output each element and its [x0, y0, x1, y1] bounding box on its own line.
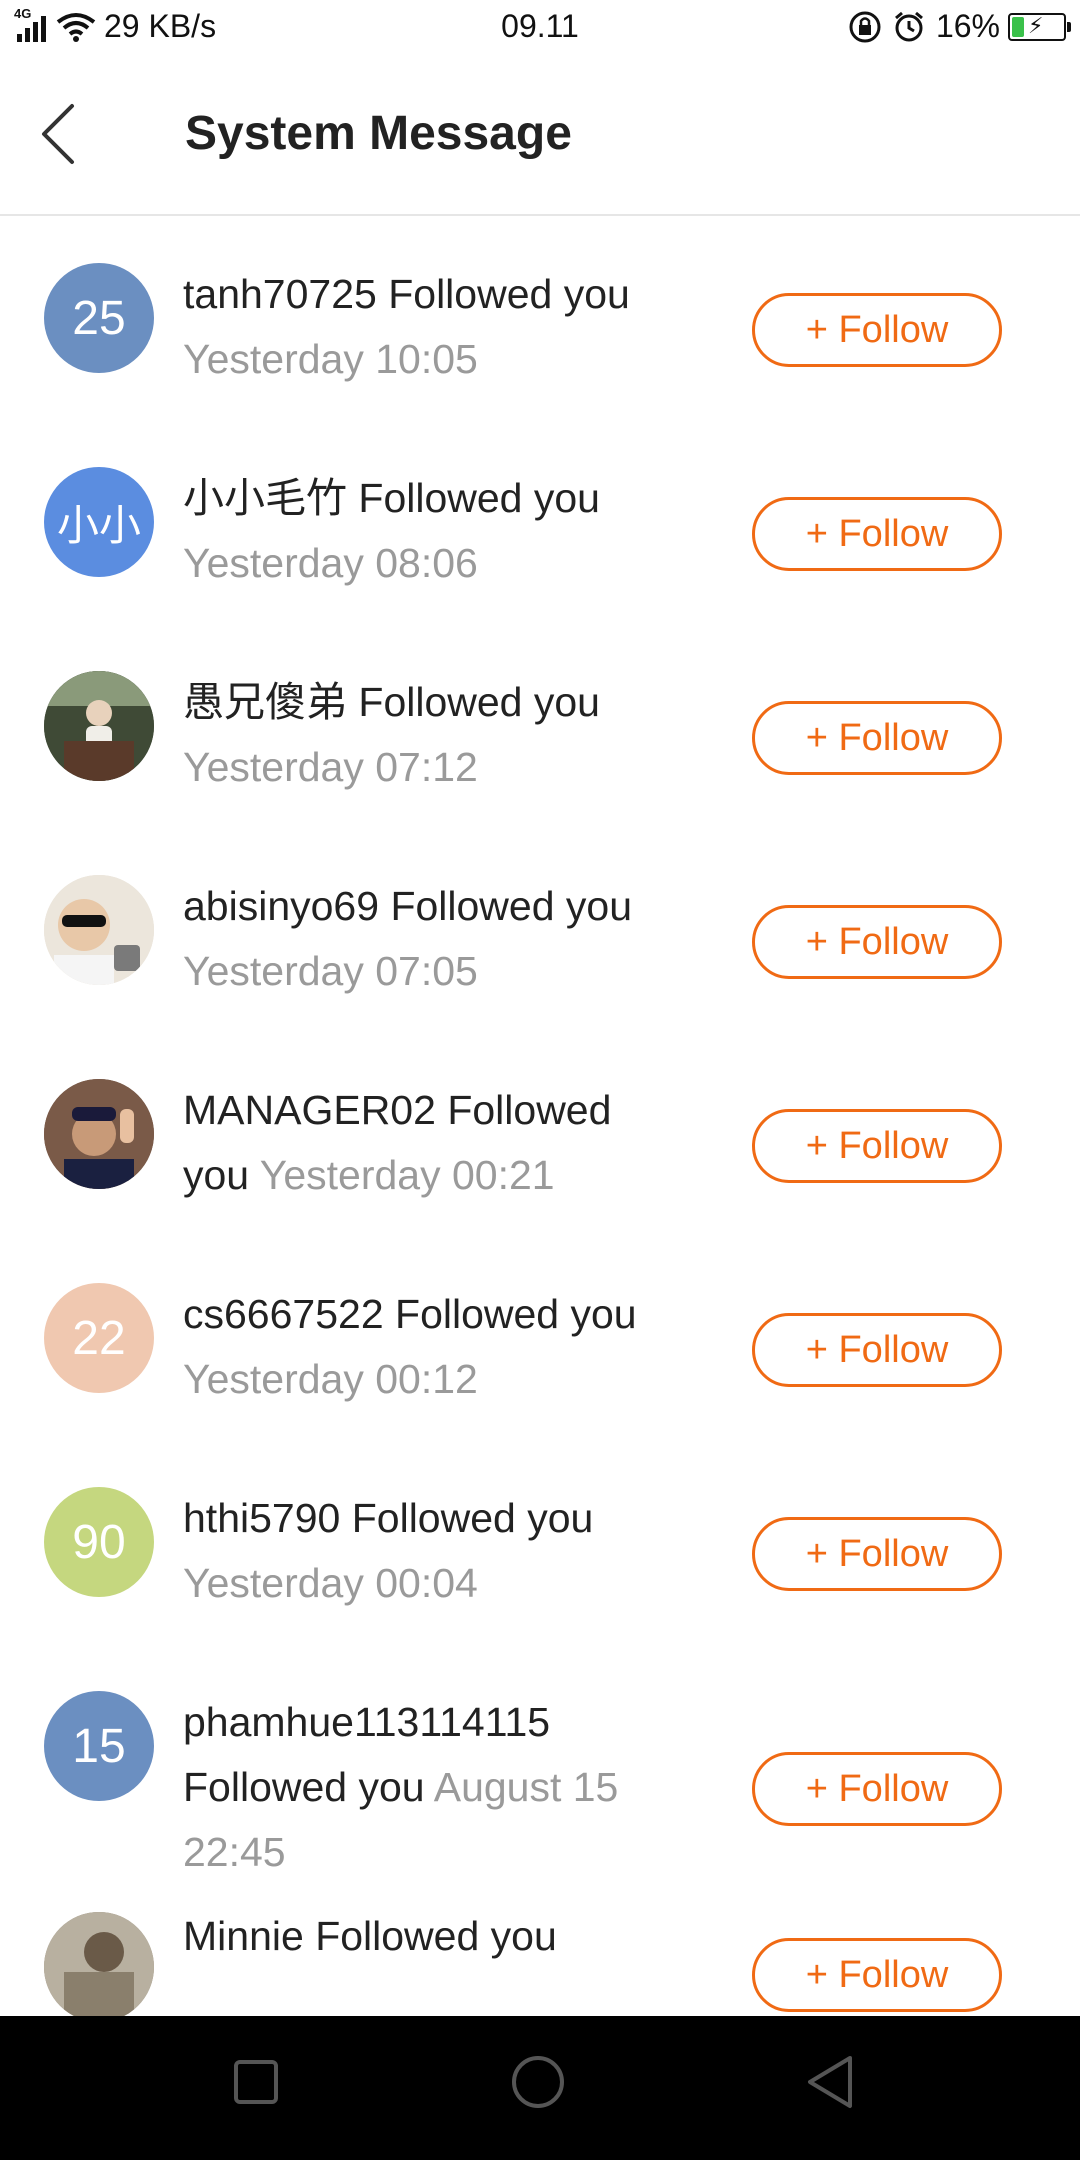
message-text: abisinyo69 Followed you Yesterday 07:05: [183, 874, 683, 1004]
username[interactable]: MANAGER02: [183, 1087, 436, 1133]
timestamp: Yesterday 08:06: [183, 540, 478, 586]
profile-photo-icon: [44, 1912, 154, 2022]
system-navigation-bar: [0, 2016, 1080, 2160]
avatar-photo[interactable]: [44, 671, 154, 781]
message-text: 小小毛竹 Followed you Yesterday 08:06: [183, 466, 683, 596]
action-text: Followed you: [358, 679, 600, 725]
follow-button[interactable]: + Follow: [752, 1313, 1002, 1387]
avatar[interactable]: 25: [44, 263, 154, 373]
username[interactable]: abisinyo69: [183, 883, 379, 929]
list-item[interactable]: 22 cs6667522 Followed you Yesterday 00:1…: [0, 1236, 1080, 1440]
list-item[interactable]: 愚兄傻弟 Followed you Yesterday 07:12 + Foll…: [0, 624, 1080, 828]
message-text: MANAGER02 Followed you Yesterday 00:21: [183, 1078, 683, 1208]
avatar[interactable]: 15: [44, 1691, 154, 1801]
timestamp: Yesterday 00:12: [183, 1356, 478, 1402]
message-list[interactable]: 25 tanh70725 Followed you Yesterday 10:0…: [0, 216, 1080, 2112]
alarm-icon: [894, 11, 923, 41]
action-text: Followed you: [395, 1291, 637, 1337]
follow-button[interactable]: + Follow: [752, 701, 1002, 775]
avatar-text: 25: [72, 291, 126, 345]
avatar[interactable]: 90: [44, 1487, 154, 1597]
app-header: System Message: [0, 56, 1080, 216]
username[interactable]: Minnie: [183, 1913, 304, 1959]
username[interactable]: 愚兄傻弟: [183, 679, 347, 725]
action-text: Followed you: [315, 1913, 557, 1959]
back-icon[interactable]: [804, 2054, 856, 2110]
action-text: Followed you: [390, 883, 633, 929]
timestamp: Yesterday 00:21: [259, 1152, 555, 1198]
follow-button[interactable]: + Follow: [752, 497, 1002, 571]
follow-button[interactable]: + Follow: [752, 1109, 1002, 1183]
profile-photo-icon: [44, 671, 154, 781]
timestamp: Yesterday 00:04: [183, 1560, 478, 1606]
list-item[interactable]: 25 tanh70725 Followed you Yesterday 10:0…: [0, 216, 1080, 420]
username[interactable]: 小小毛竹: [183, 475, 347, 521]
battery-icon: ⚡: [1008, 12, 1071, 41]
list-item[interactable]: 小小 小小毛竹 Followed you Yesterday 08:06 + F…: [0, 420, 1080, 624]
username[interactable]: hthi5790: [183, 1495, 340, 1541]
username[interactable]: cs6667522: [183, 1291, 384, 1337]
avatar[interactable]: 22: [44, 1283, 154, 1393]
action-text: Followed you: [351, 1495, 594, 1541]
list-item[interactable]: 90 hthi5790 Followed you Yesterday 00:04…: [0, 1440, 1080, 1644]
battery-percent: 16%: [935, 8, 1000, 44]
username[interactable]: tanh70725: [183, 271, 377, 317]
action-text: Followed you: [388, 271, 630, 317]
avatar-text: 小小: [56, 501, 141, 549]
message-text: cs6667522 Followed you Yesterday 00:12: [183, 1282, 683, 1412]
follow-button[interactable]: + Follow: [752, 293, 1002, 367]
follow-button[interactable]: + Follow: [752, 905, 1002, 979]
profile-photo-icon: [44, 1079, 154, 1189]
list-item[interactable]: abisinyo69 Followed you Yesterday 07:05 …: [0, 828, 1080, 1032]
status-bar: 4G 29 KB/s 09.11 16% ⚡: [0, 0, 1080, 56]
timestamp: Yesterday 07:12: [183, 744, 478, 790]
message-text: 愚兄傻弟 Followed you Yesterday 07:12: [183, 670, 683, 800]
list-item[interactable]: MANAGER02 Followed you Yesterday 00:21 +…: [0, 1032, 1080, 1236]
avatar-photo[interactable]: [44, 875, 154, 985]
message-text: phamhue113114115 Followed you August 15 …: [183, 1690, 663, 1885]
clock: 09.11: [501, 8, 579, 44]
avatar-photo[interactable]: [44, 1079, 154, 1189]
message-text: tanh70725 Followed you Yesterday 10:05: [183, 262, 683, 392]
follow-button[interactable]: + Follow: [752, 1752, 1002, 1826]
action-text: Followed you: [183, 1764, 425, 1810]
message-text: Minnie Followed you: [183, 1904, 683, 1969]
back-arrow-icon[interactable]: [38, 102, 78, 166]
follow-button[interactable]: + Follow: [752, 1517, 1002, 1591]
home-icon[interactable]: [510, 2054, 566, 2110]
timestamp: Yesterday 10:05: [183, 336, 478, 382]
avatar-text: 90: [72, 1515, 126, 1569]
follow-button[interactable]: + Follow: [752, 1938, 1002, 2012]
list-item[interactable]: 15 phamhue113114115 Followed you August …: [0, 1644, 1080, 1912]
action-text: Followed you: [358, 475, 600, 521]
lock-rotation-icon: [849, 11, 881, 42]
avatar-text: 22: [72, 1311, 126, 1365]
avatar-text: 15: [72, 1719, 126, 1773]
recent-apps-icon[interactable]: [232, 2058, 280, 2106]
avatar-photo[interactable]: [44, 1912, 154, 2022]
profile-photo-icon: [44, 875, 154, 985]
username[interactable]: phamhue113114115: [183, 1699, 550, 1745]
message-text: hthi5790 Followed you Yesterday 00:04: [183, 1486, 683, 1616]
avatar[interactable]: 小小: [44, 467, 154, 577]
page-title: System Message: [185, 107, 572, 160]
timestamp: Yesterday 07:05: [183, 948, 478, 994]
